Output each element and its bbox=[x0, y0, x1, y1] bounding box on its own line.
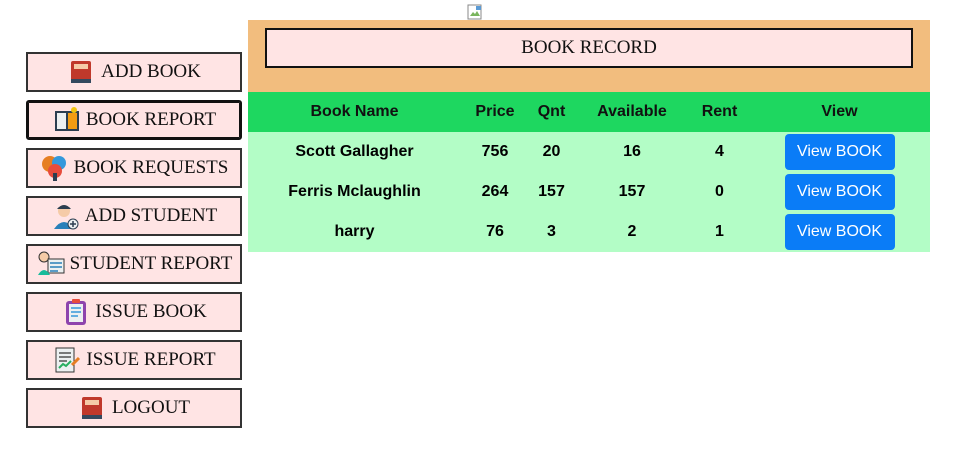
student-report-label: STUDENT REPORT bbox=[69, 253, 233, 274]
table-row: Scott Gallagher 756 20 16 4 View BOOK bbox=[248, 132, 930, 172]
rent-cell: 1 bbox=[715, 223, 724, 240]
available-cell: 16 bbox=[623, 143, 641, 160]
issue-report-icon bbox=[55, 347, 81, 373]
book-requests-label: BOOK REQUESTS bbox=[73, 157, 229, 178]
sidebar: ADD BOOK BOOK REPORT BOOK REQUESTS ADD S… bbox=[26, 52, 242, 436]
issue-book-label: ISSUE BOOK bbox=[95, 301, 207, 322]
requests-icon bbox=[41, 156, 66, 181]
add-book-label: ADD BOOK bbox=[101, 61, 201, 82]
issue-report-button[interactable]: ISSUE REPORT bbox=[26, 340, 242, 380]
add-book-button[interactable]: ADD BOOK bbox=[26, 52, 242, 92]
book-report-button[interactable]: BOOK REPORT bbox=[26, 100, 242, 140]
column-header: View bbox=[821, 103, 858, 120]
qnt-cell: 20 bbox=[542, 143, 561, 160]
available-cell: 157 bbox=[618, 183, 646, 200]
column-header: Book Name bbox=[310, 103, 399, 120]
column-header: Available bbox=[597, 103, 667, 120]
column-header: Price bbox=[475, 103, 515, 120]
logout-label: LOGOUT bbox=[111, 397, 191, 418]
table-row: Ferris Mclaughlin 264 157 157 0 View BOO… bbox=[248, 172, 930, 212]
rent-cell: 4 bbox=[715, 143, 724, 160]
table-row: harry 76 3 2 1 View BOOK bbox=[248, 212, 930, 252]
book-report-label: BOOK REPORT bbox=[85, 109, 217, 130]
column-header: Rent bbox=[701, 103, 738, 120]
price-cell: 264 bbox=[481, 183, 509, 200]
view-cell: View BOOK bbox=[749, 172, 930, 212]
clipboard-icon bbox=[66, 299, 87, 325]
book-requests-button[interactable]: BOOK REQUESTS bbox=[26, 148, 242, 188]
view-book-button[interactable]: View BOOK bbox=[784, 214, 895, 250]
logout-book-icon bbox=[81, 397, 102, 419]
view-book-button[interactable]: View BOOK bbox=[784, 134, 895, 170]
broken-image-icon bbox=[467, 4, 482, 20]
book-name-cell: Scott Gallagher bbox=[295, 143, 414, 160]
rent-cell: 0 bbox=[715, 183, 724, 200]
qnt-cell: 3 bbox=[547, 223, 556, 240]
view-cell: View BOOK bbox=[749, 212, 930, 252]
book-name-cell: harry bbox=[334, 223, 375, 240]
book-icon bbox=[71, 61, 92, 83]
book-table: Book Name Price Qnt Available Rent View … bbox=[248, 92, 930, 252]
table-header-row: Book Name Price Qnt Available Rent View bbox=[248, 92, 930, 132]
student-report-button[interactable]: STUDENT REPORT bbox=[26, 244, 242, 284]
book-name-cell: Ferris Mclaughlin bbox=[288, 183, 421, 200]
page-title: BOOK RECORD bbox=[265, 28, 913, 68]
report-icon bbox=[54, 107, 79, 131]
student-add-icon bbox=[53, 205, 79, 230]
view-cell: View BOOK bbox=[749, 132, 930, 172]
add-student-label: ADD STUDENT bbox=[84, 205, 218, 226]
view-book-button[interactable]: View BOOK bbox=[784, 174, 895, 210]
qnt-cell: 157 bbox=[538, 183, 565, 200]
logout-button[interactable]: LOGOUT bbox=[26, 388, 242, 428]
add-student-button[interactable]: ADD STUDENT bbox=[26, 196, 242, 236]
issue-book-button[interactable]: ISSUE BOOK bbox=[26, 292, 242, 332]
price-cell: 756 bbox=[481, 143, 509, 160]
issue-report-label: ISSUE REPORT bbox=[86, 349, 216, 370]
header-band: BOOK RECORD bbox=[248, 20, 930, 92]
price-cell: 76 bbox=[486, 223, 504, 240]
student-report-icon bbox=[37, 251, 65, 275]
main-panel: BOOK RECORD Book Name Price Qnt Availabl… bbox=[248, 20, 930, 252]
available-cell: 2 bbox=[627, 223, 637, 240]
column-header: Qnt bbox=[537, 103, 566, 120]
